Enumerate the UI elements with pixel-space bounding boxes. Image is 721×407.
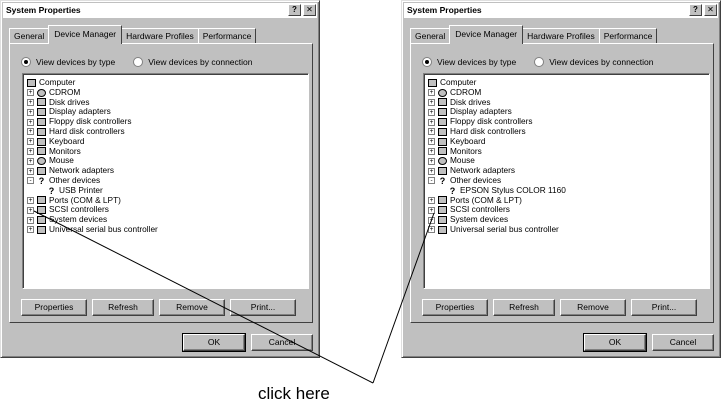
tab-general[interactable]: General [410, 28, 451, 43]
tab-device-manager[interactable]: Device Manager [449, 25, 524, 44]
tab-strip: General Device Manager Hardware Profiles… [410, 25, 658, 44]
tab-performance[interactable]: Performance [598, 28, 658, 43]
tab-general[interactable]: General [9, 28, 50, 43]
tab-hardware-profiles[interactable]: Hardware Profiles [121, 28, 199, 43]
callout-lines [33, 210, 435, 384]
tab-device-manager[interactable]: Device Manager [48, 25, 123, 44]
callout-line-right [372, 212, 435, 384]
click-here-caption: click here [258, 384, 330, 403]
tab-hardware-profiles[interactable]: Hardware Profiles [522, 28, 600, 43]
tab-performance[interactable]: Performance [197, 28, 257, 43]
callout-line-left [33, 210, 374, 384]
tab-strip: General Device Manager Hardware Profiles… [9, 25, 257, 44]
